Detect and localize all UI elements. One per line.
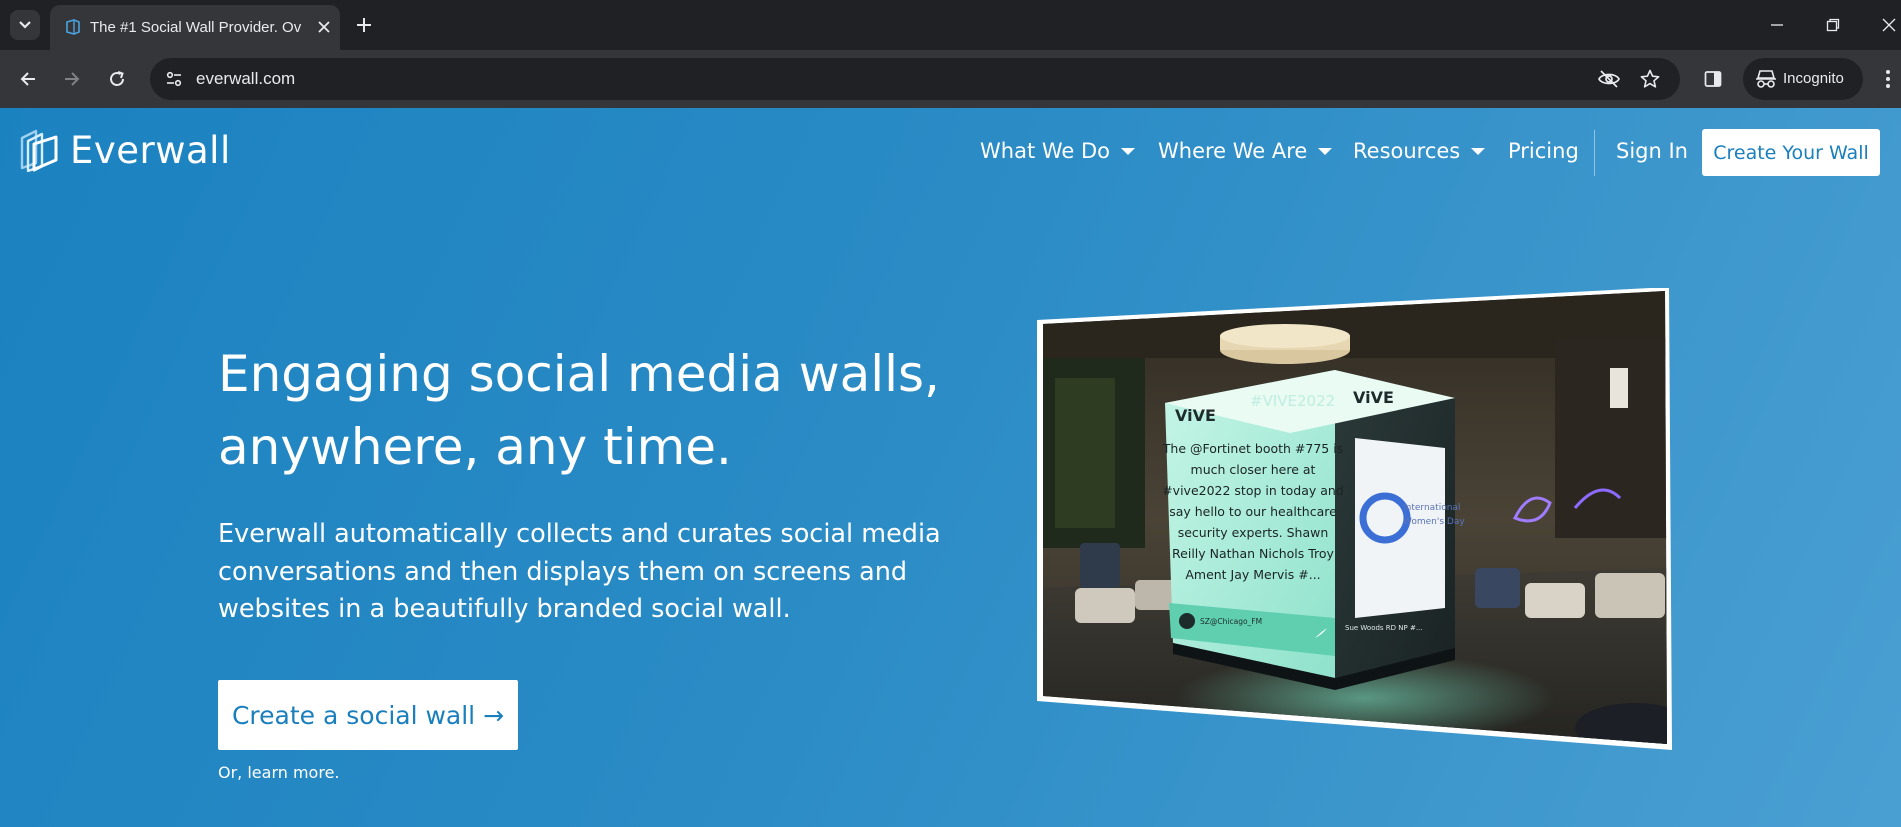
cube-post-line-7: Ament Jay Mervis #... (1185, 567, 1320, 582)
nav-resources-label: Resources (1353, 139, 1461, 163)
side-panel-icon (1704, 71, 1722, 87)
cube-side-handle: Sue Woods RD NP #... (1345, 624, 1423, 632)
cube-brand-left: ViVE (1175, 406, 1216, 425)
everwall-homepage: Everwall What We Do Where We Are Resourc… (0, 108, 1901, 827)
create-your-wall-button[interactable]: Create Your Wall (1702, 129, 1880, 176)
browser-tab-active[interactable]: The #1 Social Wall Provider. Ov (50, 5, 340, 50)
browser-toolbar: everwall.com Incognito (0, 50, 1901, 108)
cube-post-line-6: Reilly Nathan Nichols Troy (1172, 546, 1335, 561)
cube-post-line-5: security experts. Shawn (1178, 525, 1329, 540)
caret-down-icon (1471, 147, 1486, 155)
arrow-right-icon (65, 72, 80, 86)
hero-headline: Engaging social media walls, anywhere, a… (218, 338, 978, 484)
plus-icon (357, 18, 371, 32)
side-panel-button[interactable] (1697, 63, 1729, 95)
close-icon (318, 21, 330, 33)
hero-headline-line-2: anywhere, any time. (218, 418, 732, 476)
browser-tab-strip: The #1 Social Wall Provider. Ov (0, 0, 1901, 50)
tracking-protection-button[interactable] (1594, 64, 1624, 94)
svg-text:Women's Day: Women's Day (1403, 517, 1465, 527)
address-bar[interactable]: everwall.com (150, 58, 1680, 100)
cube-post-handle: SZ@Chicago_FM (1200, 617, 1262, 626)
hero-photo-scene: International Women's Day ViVE #VIVE2022… (1043, 291, 1667, 744)
close-icon (1882, 18, 1896, 32)
minimize-button[interactable] (1760, 8, 1794, 42)
caret-down-icon (1318, 147, 1333, 155)
incognito-label: Incognito (1783, 70, 1844, 87)
everwall-logo[interactable]: Everwall (18, 128, 231, 172)
everwall-logo-icon (20, 129, 58, 172)
logo-text: Everwall (70, 128, 231, 172)
arrow-left-icon (20, 72, 35, 86)
eye-off-icon (1598, 70, 1620, 88)
more-vert-icon (1886, 70, 1890, 88)
tab-title: The #1 Social Wall Provider. Ov (90, 19, 302, 36)
reload-button[interactable] (101, 63, 133, 95)
learn-more-link[interactable]: Or, learn more. (218, 763, 340, 782)
restore-button[interactable] (1816, 8, 1850, 42)
incognito-indicator[interactable]: Incognito (1743, 58, 1863, 100)
nav-what-we-do[interactable]: What We Do (980, 136, 1135, 166)
bookmark-button[interactable] (1635, 64, 1665, 94)
nav-sign-in[interactable]: Sign In (1616, 136, 1688, 166)
cube-brand-right: ViVE (1353, 388, 1394, 407)
nav-divider (1594, 130, 1595, 176)
chevron-down-icon (19, 21, 31, 29)
hero-description-line-2: conversations and then displays them on … (218, 556, 908, 587)
cube-post-line-1: The @Fortinet booth #775 is (1162, 441, 1343, 456)
browser-menu-button[interactable] (1878, 63, 1898, 95)
forward-button[interactable] (56, 63, 88, 95)
cube-post-line-3: #vive2022 stop in today and (1162, 483, 1344, 498)
url-text: everwall.com (196, 69, 296, 88)
site-info-button[interactable] (158, 63, 190, 95)
caret-down-icon (1121, 147, 1135, 155)
hero-description-line-3: websites in a beautifully branded social… (218, 594, 791, 624)
hero-description: Everwall automatically collects and cura… (218, 516, 958, 629)
hero-description-line-1: Everwall automatically collects and cura… (218, 519, 941, 549)
tab-close-button[interactable] (312, 15, 336, 39)
minimize-icon (1771, 24, 1783, 26)
tab-search-button[interactable] (10, 10, 40, 40)
back-button[interactable] (12, 63, 44, 95)
nav-sign-in-label: Sign In (1616, 139, 1688, 163)
hero-headline-line-1: Engaging social media walls, (218, 345, 940, 403)
nav-where-we-are[interactable]: Where We Are (1158, 136, 1333, 166)
nav-pricing[interactable]: Pricing (1508, 136, 1579, 166)
tune-icon (166, 71, 182, 87)
star-icon (1640, 69, 1660, 88)
cube-hashtag: #VIVE2022 (1250, 392, 1335, 410)
new-tab-button[interactable] (350, 11, 378, 39)
reload-icon (110, 71, 124, 86)
nav-pricing-label: Pricing (1508, 139, 1579, 163)
screen-caption: International (1403, 503, 1460, 513)
everwall-favicon-icon (66, 19, 80, 35)
hero-image: International Women's Day ViVE #VIVE2022… (1037, 288, 1672, 750)
nav-resources[interactable]: Resources (1353, 136, 1486, 166)
cube-post-line-2: much closer here at (1191, 462, 1316, 477)
incognito-icon (1756, 70, 1776, 88)
create-social-wall-button[interactable]: Create a social wall → (218, 680, 518, 750)
nav-what-we-do-label: What We Do (980, 139, 1110, 163)
nav-where-we-are-label: Where We Are (1158, 139, 1308, 163)
close-window-button[interactable] (1872, 8, 1901, 42)
restore-icon (1826, 18, 1840, 32)
cube-post-line-4: say hello to our healthcare (1169, 504, 1337, 519)
